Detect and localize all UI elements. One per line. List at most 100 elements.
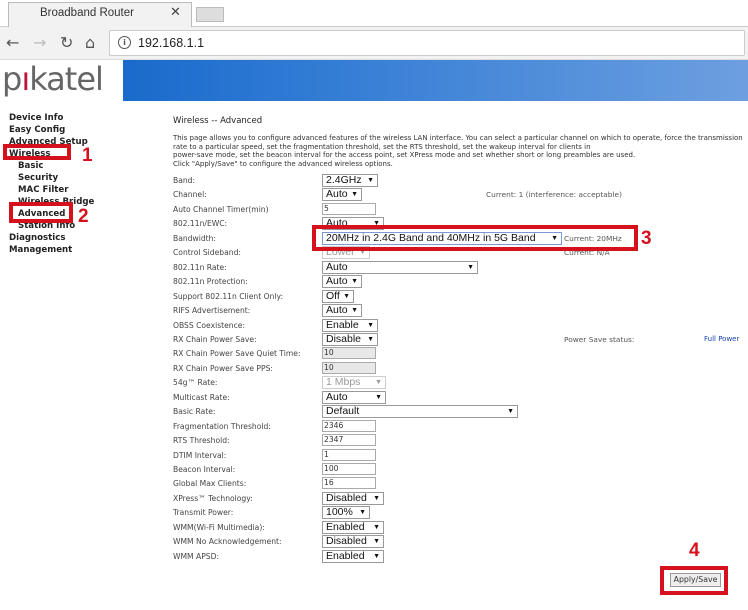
802-11n-protection-select[interactable]: Auto ▼ [322,275,362,289]
select-value: Auto [326,390,348,403]
label-rx-chain-power-save-pps: RX Chain Power Save PPS: [173,363,273,373]
select-value: Enabled [326,520,365,533]
info-icon[interactable]: i [118,36,131,49]
browser-tab-bar: Broadband Router ✕ [0,0,748,28]
select-value: Default [326,405,360,418]
page-description: This page allows you to configure advanc… [173,134,743,168]
back-icon[interactable]: ← [6,33,19,52]
select-value: Off [326,289,340,302]
label-beacon-interval: Beacon Interval: [173,465,236,474]
annotation-number-4: 4 [689,540,700,561]
chevron-down-icon: ▼ [351,307,358,315]
chevron-down-icon: ▼ [373,552,380,560]
select-value: Disabled [326,491,367,504]
support-802-11n-client-only-select[interactable]: Off ▼ [322,289,354,303]
rx-chain-power-save-pps-input: 10 [322,361,376,374]
label-dtim-interval: DTIM Interval: [173,450,227,460]
select-value: Enable [326,318,359,331]
label-rx-chain-power-save: RX Chain Power Save: [173,334,257,344]
label-802-11n-rate: 802.11n Rate: [173,262,227,272]
rts-threshold-input[interactable]: 2347 [322,434,376,447]
select-value: 1 Mbps [326,376,361,389]
reload-icon[interactable]: ↻ [60,33,73,52]
label-transmit-power: Transmit Power: [173,508,234,518]
desc-line: power-save mode, set the beacon interval… [173,151,636,159]
chevron-down-icon: ▼ [367,335,374,343]
802-11n-rate-select[interactable]: Auto ▼ [322,260,478,274]
label-wmm-wi-fi-multimedia: WMM(Wi-Fi Multimedia): [173,522,265,532]
forward-icon[interactable]: → [33,33,46,52]
channel-select[interactable]: Auto ▼ [322,188,362,202]
wmm-wi-fi-multimedia-select[interactable]: Enabled ▼ [322,520,384,534]
chevron-down-icon: ▼ [467,263,474,271]
chevron-down-icon: ▼ [351,278,358,286]
select-value: Enabled [326,549,365,562]
label-802-11n-protection: 802.11n Protection: [173,277,248,287]
pikatel-logo: pıkatel [0,60,123,101]
label-auto-channel-timer-min: Auto Channel Timer(min) [173,204,269,214]
dtim-interval-input[interactable]: 1 [322,448,376,461]
rx-chain-power-save-quiet-time-input: 10 [322,347,376,360]
chevron-down-icon: ▼ [373,494,380,502]
annotation-number-3: 3 [641,228,652,249]
power-save-status-value: Full Power [704,334,740,343]
annotation-box-1 [3,144,71,160]
label-control-sideband: Control Sideband: [173,248,241,258]
label-bandwidth: Bandwidth: [173,233,216,243]
fragmentation-threshold-input[interactable]: 2346 [322,419,376,432]
label-basic-rate: Basic Rate: [173,407,216,417]
url-text[interactable]: 192.168.1.1 [138,36,204,50]
select-value: Auto [326,260,348,273]
chevron-down-icon: ▼ [359,509,366,517]
desc-line: This page allows you to configure advanc… [173,134,743,151]
new-tab-button[interactable] [196,7,224,22]
desc-line: Click "Apply/Save" to configure the adva… [173,159,393,168]
chevron-down-icon: ▼ [375,379,382,387]
sidebar-item-diagnostics[interactable]: Diagnostics [9,232,94,244]
tab-title[interactable]: Broadband Router [40,7,134,19]
rx-chain-power-save-select[interactable]: Disable ▼ [322,332,378,346]
annotation-box-2 [9,202,73,223]
chevron-down-icon: ▼ [375,393,382,401]
transmit-power-select[interactable]: 100% ▼ [322,506,370,520]
beacon-interval-input[interactable]: 100 [322,463,376,475]
label-channel: Channel: [173,190,207,200]
select-value: Disable [326,332,362,345]
label-obss-coexistence: OBSS Coexistence: [173,320,246,330]
chevron-down-icon: ▼ [507,408,514,416]
sidebar-item-easy-config[interactable]: Easy Config [9,124,94,136]
browser-toolbar: ← → ↻ ⌂ i 192.168.1.1 [0,27,748,60]
global-max-clients-input[interactable]: 16 [322,477,376,490]
rifs-advertisement-select[interactable]: Auto ▼ [322,304,362,318]
wmm-no-acknowledgement-select[interactable]: Disabled ▼ [322,535,384,549]
multicast-rate-select[interactable]: Auto ▼ [322,390,386,404]
band-select[interactable]: 2.4GHz ▼ [322,174,378,187]
select-value: Auto [326,188,348,201]
basic-rate-select[interactable]: Default ▼ [322,405,518,419]
select-value: Auto [326,275,348,288]
sidebar-item-management[interactable]: Management [9,244,94,256]
label-multicast-rate: Multicast Rate: [173,392,230,402]
sidebar-nav: Device Info Easy Config Advanced Setup Wire… [9,112,94,256]
wmm-apsd-select[interactable]: Enabled ▼ [322,549,384,563]
sidebar-item-device-info[interactable]: Device Info [9,112,94,124]
address-bar[interactable]: i 192.168.1.1 [109,30,745,56]
chevron-down-icon: ▼ [373,523,380,531]
sidebar-item-security[interactable]: Security [9,172,94,184]
tab-close-icon[interactable]: ✕ [170,5,181,20]
sidebar-item-mac-filter[interactable]: MAC Filter [9,184,94,196]
label-rx-chain-power-save-quiet-time: RX Chain Power Save Quiet Time: [173,349,301,359]
label-802-11n-ewc: 802.11n/EWC: [173,219,228,229]
obss-coexistence-select[interactable]: Enable ▼ [322,318,378,332]
label-rts-threshold: RTS Threshold: [173,436,230,446]
label-band: Band: [173,176,196,185]
label-global-max-clients: Global Max Clients: [173,479,247,489]
label-support-802-11n-client-only: Support 802.11n Client Only: [173,291,284,301]
home-icon[interactable]: ⌂ [85,33,95,52]
xpress-technology-select[interactable]: Disabled ▼ [322,491,384,505]
label-wmm-no-acknowledgement: WMM No Acknowledgement: [173,537,282,547]
select-value: Disabled [326,535,367,548]
label-54g-rate: 54g™ Rate: [173,378,218,388]
select-value: 2.4GHz [326,174,362,186]
auto-channel-timer-min-input[interactable]: 5 [322,202,376,215]
